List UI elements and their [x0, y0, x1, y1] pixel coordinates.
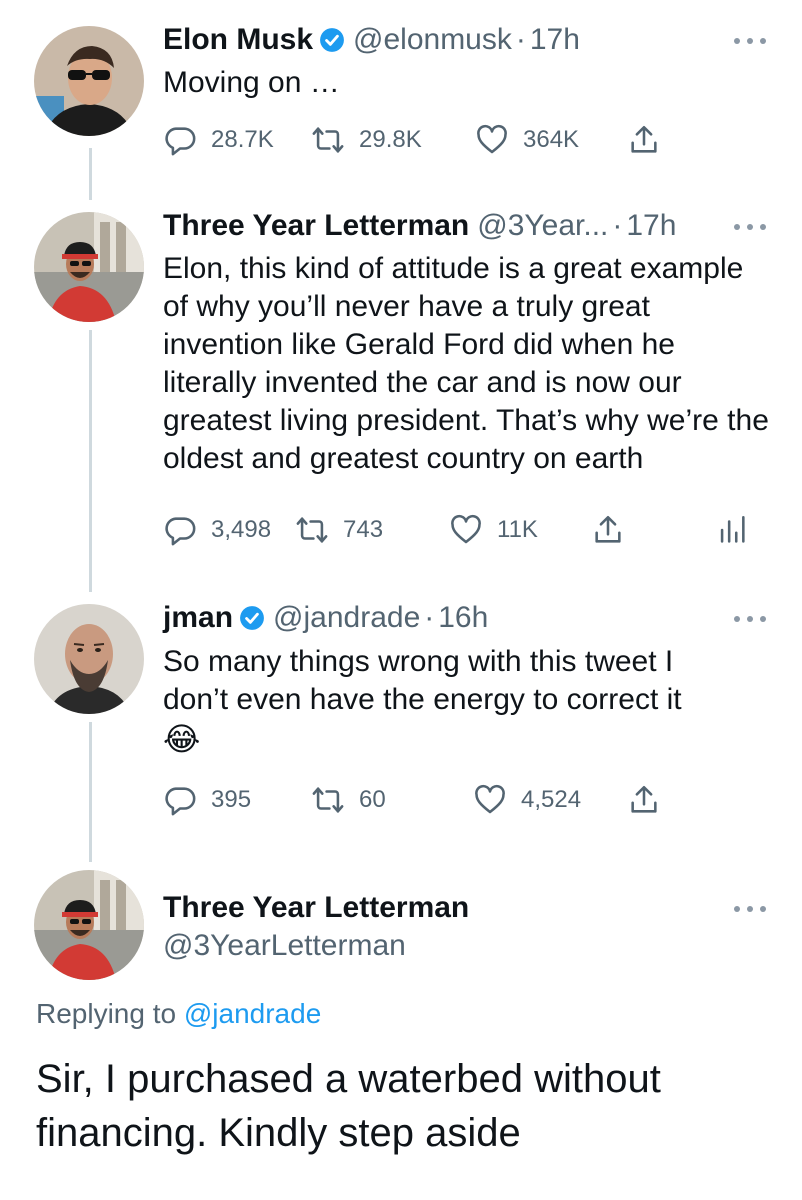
reply-count: 3,498: [211, 516, 272, 543]
analytics-icon: [715, 513, 749, 547]
like-button[interactable]: 364K: [475, 120, 579, 160]
retweet-count: 743: [343, 516, 384, 543]
tweet-actions: 395 60 4,524: [163, 780, 763, 820]
like-count: 4,524: [521, 786, 582, 813]
retweet-count: 29.8K: [359, 126, 422, 153]
author-handle[interactable]: @elonmusk: [353, 22, 512, 58]
tweet-actions: 3,498 743 11K: [163, 510, 763, 550]
author-name[interactable]: jman: [163, 600, 233, 636]
verified-badge-icon: [239, 605, 265, 631]
author-handle[interactable]: @jandrade: [273, 600, 420, 636]
like-count: 364K: [523, 126, 580, 153]
timestamp[interactable]: 17h: [626, 208, 676, 244]
retweet-button[interactable]: 743: [295, 510, 383, 550]
separator-dot: ·: [612, 209, 623, 242]
retweet-icon: [311, 123, 345, 157]
reply-icon: [163, 783, 197, 817]
timestamp[interactable]: 16h: [438, 600, 488, 636]
tweet-header: Three Year Letterman @3YearLetterman: [163, 889, 469, 965]
author-handle[interactable]: @3YearLetterman: [163, 927, 469, 965]
reply-icon: [163, 123, 197, 157]
separator-dot: ·: [515, 23, 526, 56]
reply-button[interactable]: 395: [163, 780, 251, 820]
share-button[interactable]: [591, 510, 625, 550]
verified-badge-icon: [319, 27, 345, 53]
tweet-header: jman @jandrade · 16h: [163, 600, 488, 636]
like-count: 11K: [497, 516, 538, 543]
reply-count: 28.7K: [211, 126, 274, 153]
tweet-text: So many things wrong with this tweet I d…: [163, 645, 682, 716]
reply-count: 395: [211, 786, 252, 813]
replying-to-link[interactable]: @jandrade: [184, 998, 321, 1029]
share-button[interactable]: [627, 120, 661, 160]
avatar[interactable]: [34, 26, 144, 136]
more-icon[interactable]: [734, 614, 766, 624]
avatar[interactable]: [34, 604, 144, 714]
share-icon: [627, 123, 661, 157]
tweet-text: Elon, this kind of attitude is a great e…: [163, 252, 769, 475]
retweet-button[interactable]: 60: [311, 780, 386, 820]
thread-line: [89, 148, 92, 200]
share-icon: [591, 513, 625, 547]
reply-button[interactable]: 28.7K: [163, 120, 274, 160]
reply-button[interactable]: 3,498: [163, 510, 271, 550]
heart-icon: [475, 123, 509, 157]
more-icon[interactable]: [734, 222, 766, 232]
reply-icon: [163, 513, 197, 547]
heart-icon: [473, 783, 507, 817]
retweet-button[interactable]: 29.8K: [311, 120, 422, 160]
analytics-button[interactable]: [715, 510, 749, 550]
avatar[interactable]: [34, 870, 144, 980]
tweet-actions: 28.7K 29.8K 364K: [163, 120, 763, 160]
thread-line: [89, 722, 92, 862]
like-button[interactable]: 11K: [449, 510, 538, 550]
author-name[interactable]: Elon Musk: [163, 22, 313, 58]
author-name[interactable]: Three Year Letterman: [163, 208, 469, 244]
share-button[interactable]: [627, 780, 661, 820]
avatar[interactable]: [34, 212, 144, 322]
separator-dot: ·: [424, 601, 435, 634]
like-button[interactable]: 4,524: [473, 780, 581, 820]
thread-line: [89, 330, 92, 592]
retweet-icon: [311, 783, 345, 817]
heart-icon: [449, 513, 483, 547]
replying-label: Replying to: [36, 998, 177, 1029]
tweet-header: Elon Musk @elonmusk · 17h: [163, 22, 580, 58]
author-name[interactable]: Three Year Letterman: [163, 889, 469, 927]
more-icon[interactable]: [734, 36, 766, 46]
retweet-icon: [295, 513, 329, 547]
tweet-text: Moving on …: [163, 66, 340, 99]
share-icon: [627, 783, 661, 817]
tweet-header: Three Year Letterman @3Year... · 17h: [163, 208, 676, 244]
author-handle[interactable]: @3Year...: [477, 208, 608, 244]
laughing-emoji: 😂: [163, 721, 201, 757]
main-tweet-text: Sir, I purchased a waterbed without fina…: [36, 1057, 661, 1155]
more-icon[interactable]: [734, 904, 766, 914]
timestamp[interactable]: 17h: [530, 22, 580, 58]
replying-to: Replying to @jandrade: [36, 996, 321, 1032]
retweet-count: 60: [359, 786, 386, 813]
